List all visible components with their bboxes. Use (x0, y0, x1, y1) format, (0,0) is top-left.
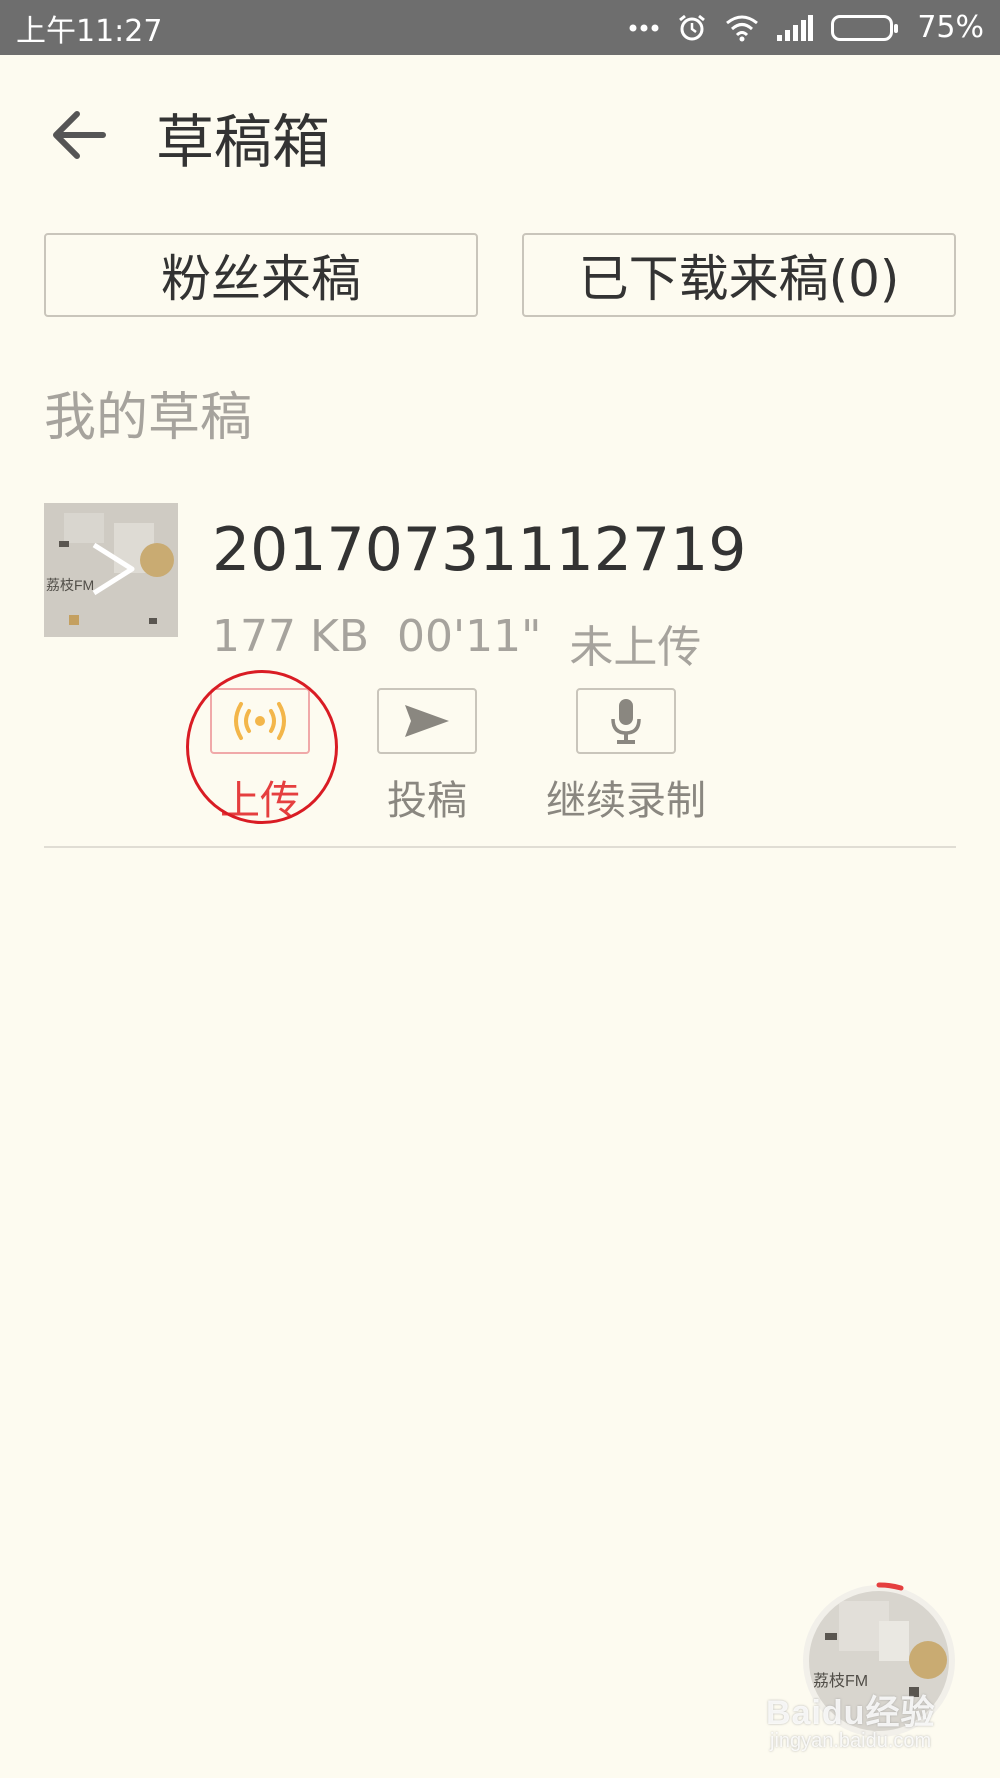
submit-button[interactable]: 投稿 (377, 688, 477, 826)
submit-icon-box[interactable] (377, 688, 477, 754)
upload-icon-box[interactable] (210, 688, 310, 754)
watermark-url: jingyan.baidu.com (770, 1730, 932, 1752)
signal-icon (777, 14, 814, 41)
app-header: 草稿箱 (0, 55, 1000, 215)
continue-record-button[interactable]: 继续录制 (546, 688, 706, 826)
microphone-icon (611, 699, 641, 744)
watermark-brand: Baidu经验 (766, 1694, 936, 1732)
draft-size: 177 KB (212, 611, 370, 662)
upload-label: 上传 (220, 778, 300, 824)
downloaded-submissions-button[interactable]: 已下载来稿(0) (522, 233, 956, 317)
status-time: 上午11:27 (16, 13, 163, 49)
arrow-left-icon (53, 111, 106, 159)
battery-icon (831, 14, 899, 41)
send-icon (405, 705, 449, 737)
status-icons: 75% (629, 10, 984, 45)
draft-status: 未上传 (569, 622, 702, 673)
battery-percent: 75% (917, 10, 984, 45)
broadcast-icon (234, 702, 286, 740)
draft-thumbnail[interactable]: 荔枝FM (44, 503, 178, 637)
page-title: 草稿箱 (156, 108, 331, 176)
more-dots-icon (629, 23, 659, 33)
alarm-icon (677, 13, 707, 43)
draft-meta: 177 KB 00'11" 未上传 (212, 611, 701, 675)
play-icon[interactable] (88, 541, 136, 597)
continue-record-label: 继续录制 (546, 778, 706, 824)
submit-label: 投稿 (387, 778, 467, 824)
draft-duration: 00'11" (397, 611, 542, 662)
section-label: 我的草稿 (44, 388, 253, 448)
back-button[interactable] (44, 100, 114, 170)
fans-submissions-button[interactable]: 粉丝来稿 (44, 233, 478, 317)
draft-title: 20170731112719 (212, 515, 747, 585)
draft-list-item[interactable]: 荔枝FM 20170731112719 177 KB 00'11" 未上传 上传 (44, 503, 956, 848)
upload-button[interactable]: 上传 (210, 688, 310, 826)
status-bar: 上午11:27 75% (0, 0, 1000, 55)
thumbnail-logo: 荔枝FM (46, 577, 95, 593)
wifi-icon (725, 14, 759, 42)
record-icon-box[interactable] (576, 688, 676, 754)
